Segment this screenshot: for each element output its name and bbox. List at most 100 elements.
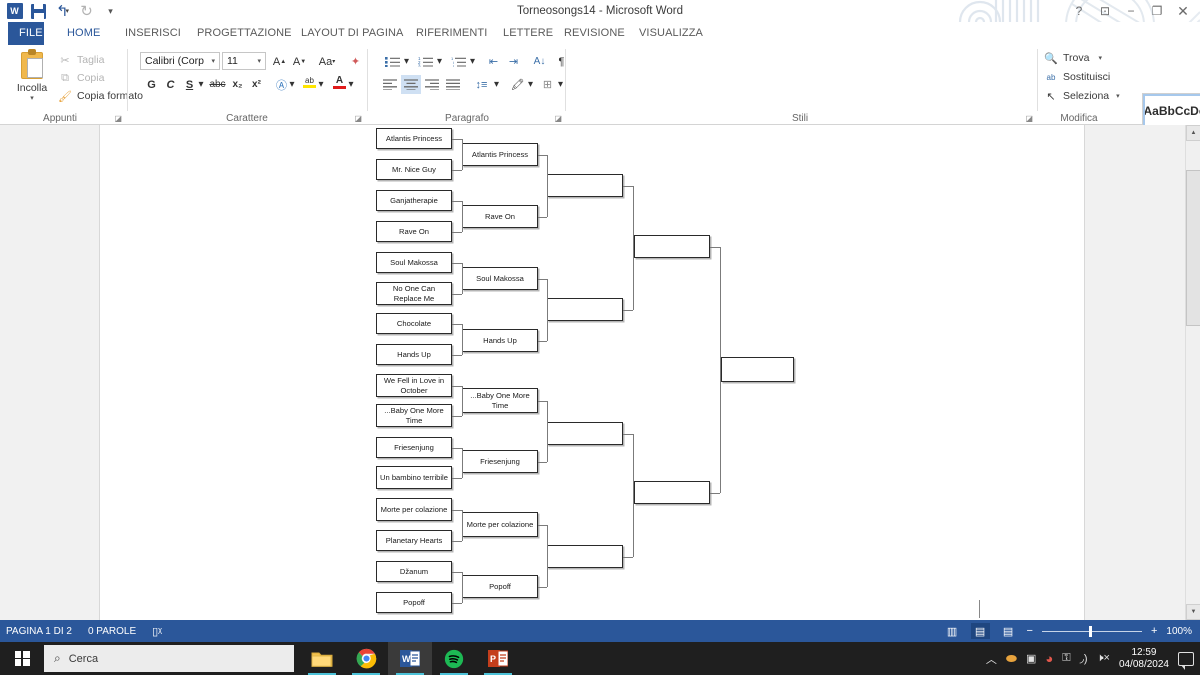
bracket-box-r1-1[interactable]: Atlantis Princess bbox=[376, 128, 452, 149]
bracket-box-r2-6[interactable]: Friesenjung bbox=[462, 450, 538, 473]
bracket-box-r2-3[interactable]: Soul Makossa bbox=[462, 267, 538, 290]
highlight-dropdown-icon[interactable]: ▾ bbox=[316, 75, 326, 94]
file-explorer-taskbar-icon[interactable] bbox=[300, 642, 344, 675]
bracket-box-r2-8[interactable]: Popoff bbox=[462, 575, 538, 598]
sort-button[interactable]: A↓ bbox=[530, 52, 549, 71]
line-spacing-button[interactable]: ↕≡ bbox=[472, 75, 491, 94]
bracket-box-r3-4[interactable] bbox=[547, 545, 623, 568]
borders-dropdown-icon[interactable]: ▾ bbox=[556, 75, 565, 94]
multilevel-dropdown-icon[interactable]: ▾ bbox=[468, 52, 477, 71]
paste-button[interactable]: Incolla ▾ bbox=[8, 49, 56, 111]
borders-button[interactable]: ⊞ bbox=[538, 75, 557, 94]
bracket-box-r3-1[interactable] bbox=[547, 174, 623, 197]
bullets-button[interactable] bbox=[380, 52, 404, 71]
close-button[interactable]: ✕ bbox=[1170, 1, 1196, 21]
spotify-taskbar-icon[interactable] bbox=[432, 642, 476, 675]
multilevel-list-button[interactable]: 1ii bbox=[446, 52, 470, 71]
tab-inserisci[interactable]: INSERISCI bbox=[114, 22, 192, 45]
chevron-down-icon[interactable]: ▾ bbox=[253, 57, 265, 65]
font-size-combobox[interactable]: 11 ▾ bbox=[222, 52, 266, 70]
tab-visualizza[interactable]: VISUALIZZA bbox=[628, 22, 714, 45]
bracket-box-r1-11[interactable]: Friesenjung bbox=[376, 437, 452, 458]
bracket-box-r1-10[interactable]: ...Baby One More Time bbox=[376, 404, 452, 427]
vertical-scrollbar[interactable]: ▲ ▼ bbox=[1185, 125, 1200, 620]
cut-command[interactable]: ✂ Taglia bbox=[58, 53, 104, 67]
word-taskbar-icon[interactable]: W bbox=[388, 642, 432, 675]
scrollbar-thumb[interactable] bbox=[1186, 170, 1200, 326]
bracket-box-r1-14[interactable]: Planetary Hearts bbox=[376, 530, 452, 551]
chevron-down-icon[interactable]: ▾ bbox=[207, 57, 219, 65]
bracket-box-r1-12[interactable]: Un bambino terribile bbox=[376, 466, 452, 489]
tab-riferimenti[interactable]: RIFERIMENTI bbox=[405, 22, 498, 45]
tab-home[interactable]: HOME bbox=[56, 22, 112, 45]
bracket-box-r2-5[interactable]: ...Baby One More Time bbox=[462, 388, 538, 413]
shrink-font-button[interactable]: A ▼ bbox=[290, 52, 309, 71]
font-family-combobox[interactable]: Calibri (Corp ▾ bbox=[140, 52, 220, 70]
read-mode-button[interactable]: ▥ bbox=[943, 623, 962, 639]
tab-layout-di-pagina[interactable]: LAYOUT DI PAGINA bbox=[290, 22, 414, 45]
bracket-box-r3-2[interactable] bbox=[547, 298, 623, 321]
web-layout-button[interactable]: ▤ bbox=[999, 623, 1018, 639]
italic-button[interactable]: C bbox=[161, 75, 180, 94]
start-button[interactable] bbox=[0, 642, 44, 675]
find-command[interactable]: 🔍 Trova ▾ bbox=[1044, 51, 1102, 65]
select-command[interactable]: ↖ Seleziona ▾ bbox=[1044, 89, 1119, 103]
line-spacing-dropdown-icon[interactable]: ▾ bbox=[492, 75, 501, 94]
paste-dropdown-icon[interactable]: ▾ bbox=[8, 94, 56, 102]
font-dialog-launcher[interactable]: ◪ bbox=[354, 114, 362, 123]
bracket-box-r2-7[interactable]: Morte per colazione bbox=[462, 512, 538, 537]
find-dropdown-icon[interactable]: ▾ bbox=[1098, 54, 1102, 62]
bracket-box-r4-1[interactable] bbox=[634, 235, 710, 258]
bracket-box-r1-15[interactable]: Džanum bbox=[376, 561, 452, 582]
subscript-button[interactable]: x₂ bbox=[228, 75, 247, 94]
align-left-button[interactable] bbox=[380, 75, 400, 94]
show-formatting-marks-button[interactable]: ¶ bbox=[552, 52, 571, 71]
bracket-box-r3-3[interactable] bbox=[547, 422, 623, 445]
replace-command[interactable]: ab Sostituisci bbox=[1044, 70, 1111, 84]
zoom-in-button[interactable]: + bbox=[1151, 625, 1157, 637]
tab-progettazione[interactable]: PROGETTAZIONE bbox=[186, 22, 303, 45]
underline-dropdown-icon[interactable]: ▾ bbox=[196, 75, 206, 94]
notification-center-icon[interactable] bbox=[1178, 651, 1194, 670]
tab-file[interactable]: FILE bbox=[8, 22, 44, 45]
chrome-taskbar-icon[interactable] bbox=[344, 642, 388, 675]
increase-indent-button[interactable]: ⇥ bbox=[504, 52, 523, 71]
bold-button[interactable]: G bbox=[142, 75, 161, 94]
page-info[interactable]: PAGINA 1 DI 2 bbox=[6, 626, 72, 637]
bracket-box-r1-5[interactable]: Soul Makossa bbox=[376, 252, 452, 273]
tray-network-unavailable-icon[interactable]: ⚿ bbox=[1062, 652, 1070, 665]
grow-font-button[interactable]: A ▲ bbox=[270, 52, 289, 71]
superscript-button[interactable]: x² bbox=[247, 75, 266, 94]
zoom-out-button[interactable]: − bbox=[1027, 625, 1033, 637]
bracket-box-r1-6[interactable]: No One Can Replace Me bbox=[376, 282, 452, 305]
bracket-box-r1-16[interactable]: Popoff bbox=[376, 592, 452, 613]
proofing-errors-icon[interactable]: ▯ᵡ bbox=[152, 625, 162, 638]
bracket-box-r4-2[interactable] bbox=[634, 481, 710, 504]
bracket-box-r2-1[interactable]: Atlantis Princess bbox=[462, 143, 538, 166]
tray-orange-icon[interactable]: ⬬ bbox=[1006, 651, 1017, 667]
zoom-slider[interactable] bbox=[1041, 623, 1142, 639]
document-page[interactable]: Atlantis Princess Mr. Nice Guy Ganjatherap… bbox=[99, 125, 1085, 620]
bracket-box-r2-4[interactable]: Hands Up bbox=[462, 329, 538, 352]
tab-revisione[interactable]: REVISIONE bbox=[553, 22, 636, 45]
bracket-box-r1-2[interactable]: Mr. Nice Guy bbox=[376, 159, 452, 180]
bracket-box-r1-7[interactable]: Chocolate bbox=[376, 313, 452, 334]
format-painter-command[interactable]: 🖌 Copia formato bbox=[58, 89, 143, 103]
bracket-box-r1-3[interactable]: Ganjatherapie bbox=[376, 190, 452, 211]
collapse-ribbon-button[interactable]: ⌃ bbox=[1184, 111, 1192, 122]
show-hidden-icons-button[interactable]: ︿ bbox=[986, 651, 997, 667]
bullets-dropdown-icon[interactable]: ▾ bbox=[402, 52, 411, 71]
change-case-button[interactable]: Aa ▾ bbox=[314, 52, 340, 71]
decrease-indent-button[interactable]: ⇤ bbox=[484, 52, 503, 71]
wifi-icon[interactable]: ◞) bbox=[1080, 652, 1088, 665]
paragraph-dialog-launcher[interactable]: ◪ bbox=[554, 114, 562, 123]
bracket-box-r2-2[interactable]: Rave On bbox=[462, 205, 538, 228]
bracket-box-r1-4[interactable]: Rave On bbox=[376, 221, 452, 242]
bracket-box-r5-1[interactable] bbox=[721, 357, 794, 382]
zoom-slider-knob[interactable] bbox=[1088, 625, 1092, 637]
shading-button[interactable]: 🖍 bbox=[508, 75, 527, 94]
styles-dialog-launcher[interactable]: ◪ bbox=[1025, 114, 1033, 123]
scroll-down-icon[interactable]: ▼ bbox=[1186, 604, 1200, 620]
bracket-box-r1-9[interactable]: We Fell in Love in October bbox=[376, 374, 452, 397]
word-count[interactable]: 0 PAROLE bbox=[88, 626, 136, 637]
